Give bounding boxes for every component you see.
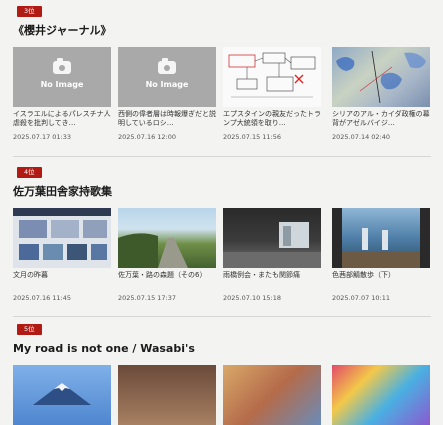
thumbnail[interactable] — [223, 365, 321, 425]
post-date: 2025.07.15 17:37 — [118, 294, 177, 302]
blog-title[interactable]: 《櫻井ジャーナル》 — [13, 22, 111, 38]
post-title[interactable]: 雨橋例会・またも関節痛 — [223, 271, 321, 289]
post-card[interactable] — [118, 365, 216, 425]
diagram-image — [228, 52, 316, 98]
post-card[interactable] — [223, 365, 321, 425]
post-date: 2025.07.16 11:45 — [13, 294, 72, 302]
app-screenshot-image — [13, 208, 111, 260]
post-title[interactable]: シリアのアル・カイダ政権の幕背がアゼルバイジ… — [332, 110, 430, 128]
thumbnail[interactable] — [332, 208, 430, 268]
map-image — [336, 50, 426, 104]
post-date: 2025.07.07 10:11 — [332, 294, 391, 302]
section-divider — [13, 316, 431, 317]
post-title[interactable]: 文月の昨暮 — [13, 271, 111, 289]
camera-icon — [53, 58, 71, 74]
section-divider — [13, 156, 431, 157]
thumbnail[interactable] — [223, 47, 321, 107]
mountain-photo — [33, 383, 91, 405]
thumbnail[interactable] — [13, 365, 111, 425]
rank-badge: 4位 — [17, 167, 42, 178]
post-card[interactable] — [332, 365, 430, 425]
post-card[interactable]: 色茜部鯖散歩（下） 2025.07.07 10:11 — [332, 208, 430, 302]
post-card[interactable]: 雨橋例会・またも関節痛 2025.07.10 15:18 — [223, 208, 321, 302]
post-card[interactable]: No Image 西側の偉者層は時報爆ぎだと説明しているロシ… 2025.07.… — [118, 47, 216, 141]
post-card[interactable]: シリアのアル・カイダ政権の幕背がアゼルバイジ… 2025.07.14 02:40 — [332, 47, 430, 141]
thumbnail[interactable]: No Image — [13, 47, 111, 107]
post-title[interactable]: 西側の偉者層は時報爆ぎだと説明しているロシ… — [118, 110, 216, 128]
post-title[interactable]: エプスタインの親友だったトランプ大統領を取り… — [223, 110, 321, 128]
rank-badge: 3位 — [17, 6, 42, 17]
road-photo — [118, 233, 188, 268]
thumbnail[interactable] — [118, 208, 216, 268]
thumbnail[interactable] — [118, 365, 216, 425]
camera-icon — [158, 58, 176, 74]
post-title[interactable]: 佐万葉・路の森題（その6） — [118, 271, 216, 289]
no-image-label: No Image — [40, 80, 84, 89]
post-date: 2025.07.14 02:40 — [332, 133, 391, 141]
beach-photo — [332, 208, 430, 268]
tunnel-photo — [223, 222, 321, 268]
post-card[interactable] — [13, 365, 111, 425]
post-date: 2025.07.16 12:00 — [118, 133, 177, 141]
post-date: 2025.07.17 01:33 — [13, 133, 72, 141]
post-card[interactable]: No Image イスラエルによるパレスチナ人虐殺を批判してき… 2025.07… — [13, 47, 111, 141]
post-card[interactable]: 佐万葉・路の森題（その6） 2025.07.15 17:37 — [118, 208, 216, 302]
post-date: 2025.07.10 15:18 — [223, 294, 282, 302]
post-card[interactable]: 文月の昨暮 2025.07.16 11:45 — [13, 208, 111, 302]
thumbnail[interactable]: No Image — [118, 47, 216, 107]
rank-badge: 5位 — [17, 324, 42, 335]
post-card[interactable]: エプスタインの親友だったトランプ大統領を取り… 2025.07.15 11:56 — [223, 47, 321, 141]
thumbnail[interactable] — [332, 365, 430, 425]
post-date: 2025.07.15 11:56 — [223, 133, 282, 141]
post-title[interactable]: 色茜部鯖散歩（下） — [332, 271, 430, 289]
blog-title[interactable]: My road is not one / Wasabi's — [13, 342, 195, 355]
ranking-page: 3位 《櫻井ジャーナル》 No Image イスラエルによるパレスチナ人虐殺を批… — [0, 0, 443, 425]
no-image-label: No Image — [145, 80, 189, 89]
post-title[interactable]: イスラエルによるパレスチナ人虐殺を批判してき… — [13, 110, 111, 128]
thumbnail[interactable] — [223, 208, 321, 268]
thumbnail[interactable] — [332, 47, 430, 107]
blog-title[interactable]: 佐万葉田舎家持歌集 — [13, 183, 112, 199]
thumbnail[interactable] — [13, 208, 111, 268]
